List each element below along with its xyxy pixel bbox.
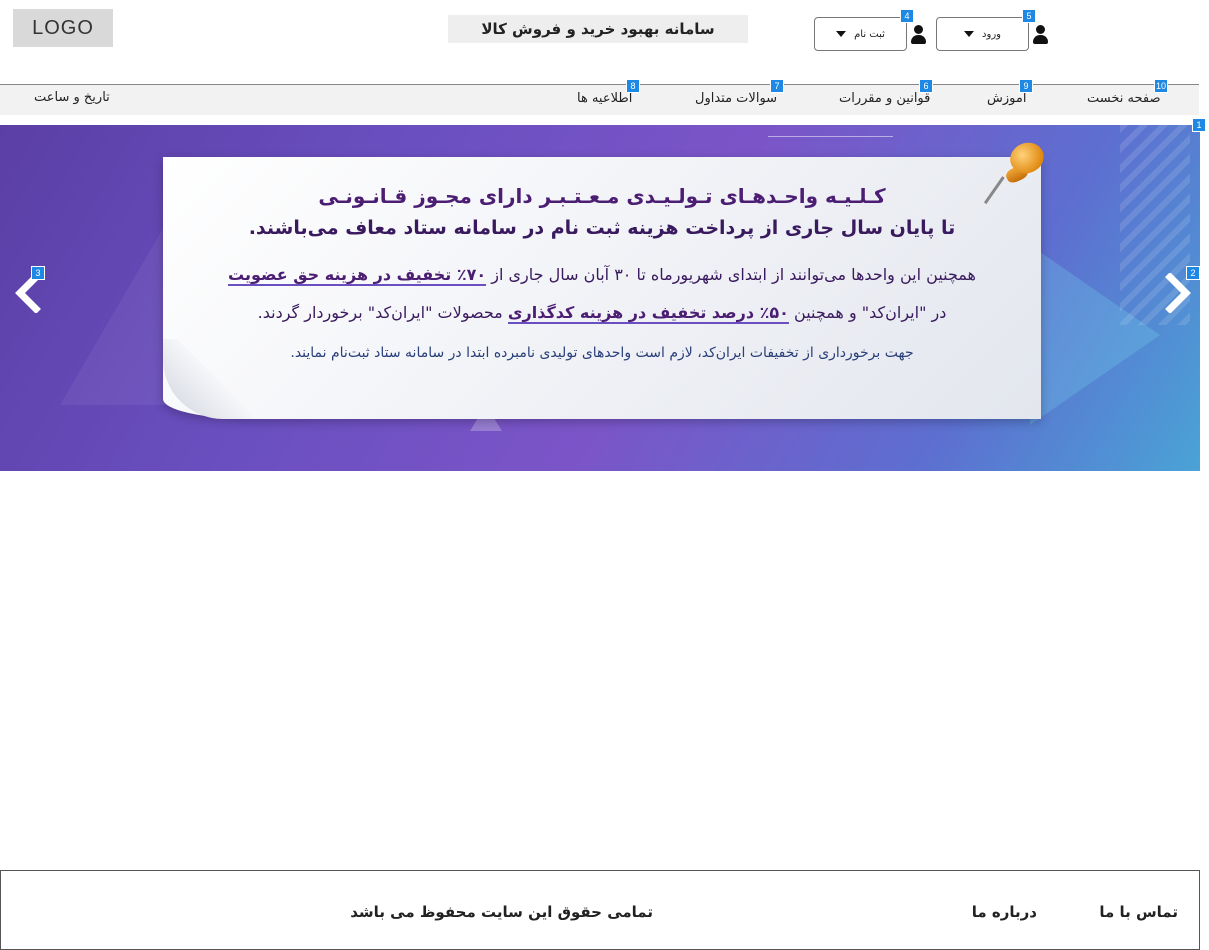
banner-line-1: کـلـیـه واحـدهـای تـولـیـدی مـعـتـبـر دا… — [318, 184, 886, 208]
nav-badge-training: 9 — [1019, 79, 1033, 93]
login-button[interactable]: ورود — [936, 17, 1029, 51]
prev-badge: 3 — [31, 266, 45, 280]
next-badge: 2 — [1186, 266, 1200, 280]
banner-line-4-prefix: در "ایران‌کد" و همچنین — [794, 303, 947, 322]
nav-badge-faq: 7 — [770, 79, 784, 93]
nav-item-training[interactable]: آموزش — [987, 91, 1026, 106]
caret-down-icon — [964, 31, 975, 37]
footer-contact-link[interactable]: تماس با ما — [1099, 903, 1178, 921]
nav-item-announcements[interactable]: اطلاعیه ها — [577, 91, 632, 106]
banner-line-4-suffix: محصولات "ایران‌کد" برخوردار گردند. — [257, 303, 503, 322]
banner-line-3: همچنین این واحدها می‌توانند از ابتدای شه… — [163, 265, 1041, 286]
banner-line-4: در "ایران‌کد" و همچنین ۵۰٪ درصد تخفیف در… — [163, 303, 1041, 324]
nav-badge-home: 10 — [1154, 79, 1168, 93]
login-label: ورود — [982, 28, 1001, 40]
footer-about-link[interactable]: درباره ما — [972, 903, 1037, 921]
datetime-label: تاریخ و ساعت — [34, 90, 110, 105]
register-badge: 4 — [900, 9, 914, 23]
decorative-line — [768, 136, 893, 137]
banner-line-3-text: همچنین این واحدها می‌توانند از ابتدای شه… — [491, 265, 976, 284]
site-title: سامانه بهبود خرید و فروش کالا — [448, 15, 748, 43]
caret-down-icon — [836, 31, 847, 37]
nav-badge-announcements: 8 — [626, 79, 640, 93]
logo[interactable]: LOGO — [13, 9, 113, 47]
register-label: ثبت نام — [854, 28, 885, 40]
nav-item-faq[interactable]: سوالات متداول — [695, 91, 777, 106]
footer: تماس با ما درباره ما تمامی حقوق این سایت… — [0, 870, 1200, 950]
nav-item-home[interactable]: صفحه نخست — [1087, 91, 1160, 106]
user-icon[interactable] — [1032, 25, 1048, 45]
banner-line-3-emphasis: ۷۰٪ تخفیف در هزینه حق عضویت — [228, 265, 487, 286]
banner-line-5: جهت برخورداری از تخفیفات ایران‌کد، لازم … — [290, 345, 914, 361]
user-icon[interactable] — [910, 25, 926, 45]
announcement-card: کـلـیـه واحـدهـای تـولـیـدی مـعـتـبـر دا… — [163, 157, 1041, 419]
banner-line-4-emphasis: ۵۰٪ درصد تخفیف در هزینه کدگذاری — [507, 303, 789, 324]
register-button[interactable]: ثبت نام — [814, 17, 907, 51]
nav-item-rules[interactable]: قوانین و مقررات — [839, 91, 930, 106]
hero-slider[interactable]: کـلـیـه واحـدهـای تـولـیـدی مـعـتـبـر دا… — [0, 125, 1200, 471]
footer-copyright: تمامی حقوق این سایت محفوظ می باشد — [350, 903, 653, 921]
pushpin-icon — [983, 138, 1049, 209]
slider-badge: 1 — [1192, 118, 1206, 132]
banner-line-2: تا پایان سال جاری از پرداخت هزینه ثبت نا… — [248, 217, 956, 239]
nav-badge-rules: 6 — [919, 79, 933, 93]
login-badge: 5 — [1022, 9, 1036, 23]
